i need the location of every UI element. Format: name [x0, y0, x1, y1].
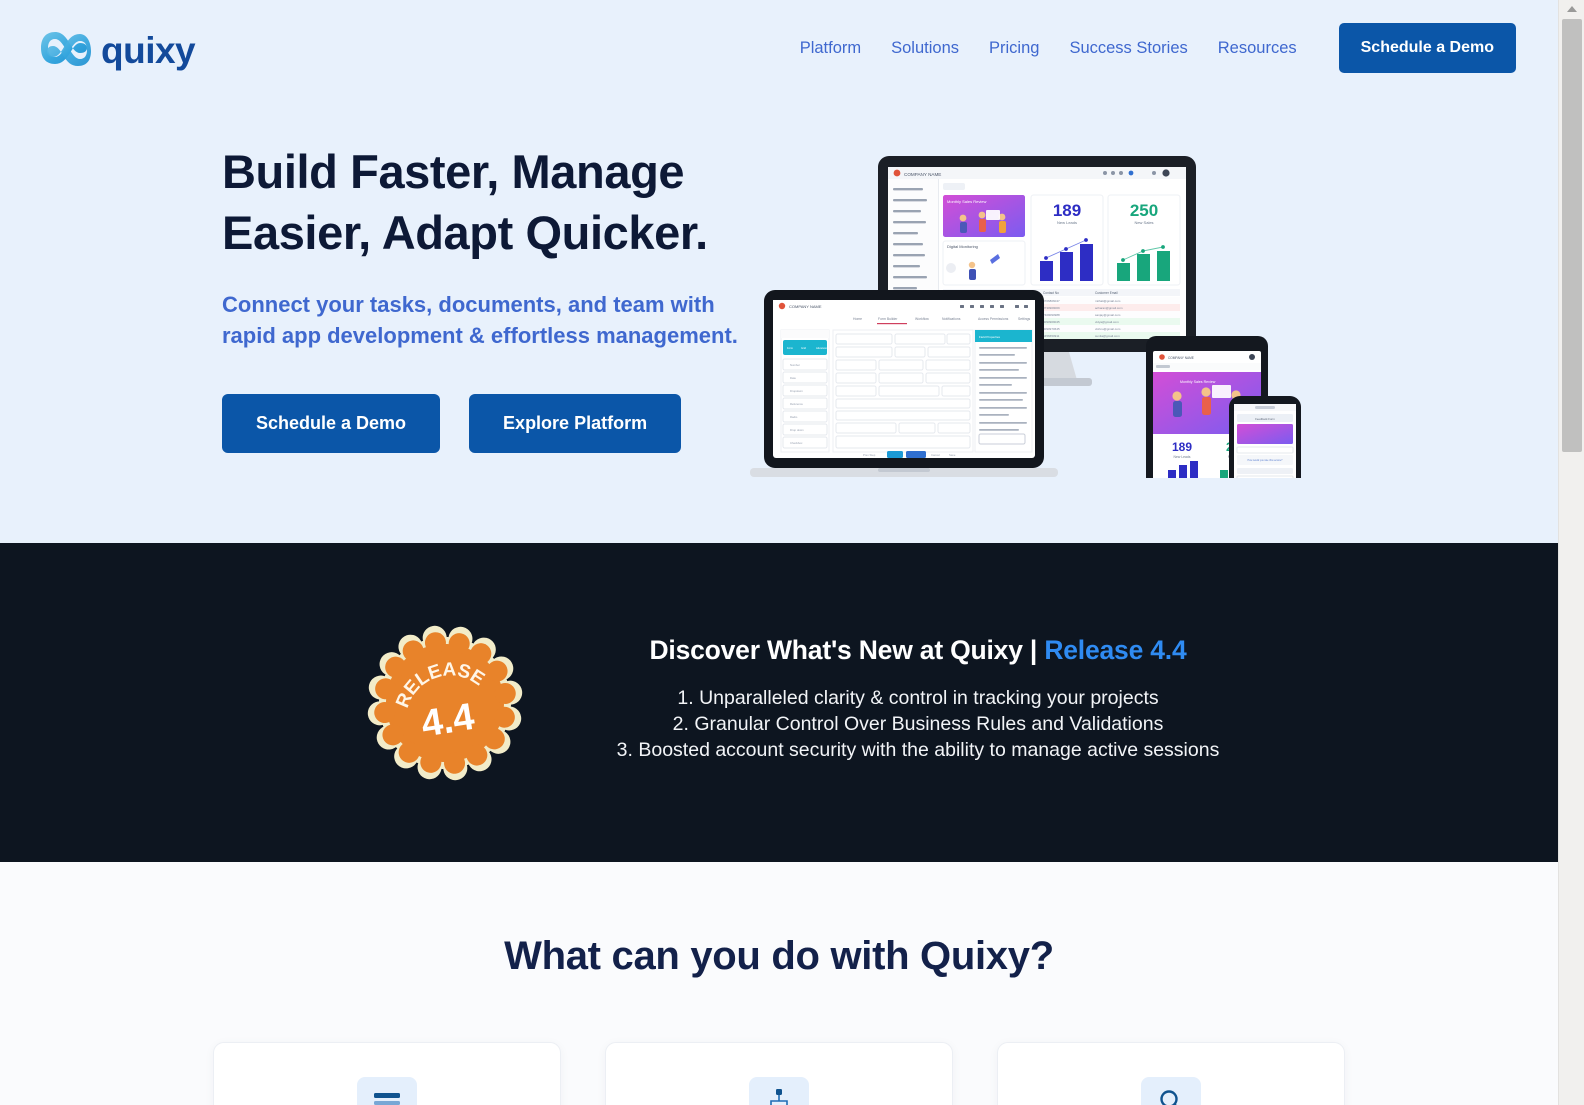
svg-text:Feedback Form: Feedback Form [1255, 417, 1275, 421]
svg-text:9456650911: 9456650911 [1043, 334, 1060, 338]
svg-text:9090970645: 9090970645 [1043, 327, 1060, 331]
header-schedule-demo-button[interactable]: Schedule a Demo [1338, 23, 1516, 73]
browser-viewport: quixy Platform Solutions Pricing Success… [0, 0, 1558, 1105]
svg-text:Monthly Sales Review: Monthly Sales Review [947, 199, 986, 204]
svg-text:Radio: Radio [790, 415, 798, 419]
nav-item-platform[interactable]: Platform [800, 39, 861, 58]
workflow-icon [749, 1077, 809, 1105]
svg-text:Digital Monitoring: Digital Monitoring [947, 244, 978, 249]
hero-title-line-1: Build Faster, Manage [222, 145, 685, 198]
feature-card[interactable] [605, 1042, 953, 1105]
svg-text:Dropdown: Dropdown [790, 389, 803, 393]
release-announcement-section: RELEASE 4.4 Discover What's New at Quixy… [0, 543, 1558, 862]
hero-subtitle: Connect your tasks, documents, and team … [222, 292, 738, 349]
hero-actions: Schedule a Demo Explore Platform [222, 393, 760, 453]
svg-text:Grid: Grid [801, 346, 806, 350]
svg-text:8730909009: 8730909009 [1043, 306, 1060, 310]
svg-text:Number: Number [790, 363, 800, 367]
svg-text:Access Permissions: Access Permissions [978, 317, 1009, 321]
nav-item-resources[interactable]: Resources [1218, 39, 1297, 58]
svg-text:acharan@gmail.com: acharan@gmail.com [1095, 306, 1123, 310]
hero-title-line-2: Easier, Adapt Quicker. [222, 206, 708, 260]
release-highlights-list: Unparalleled clarity & control in tracki… [617, 686, 1220, 764]
hero-title: Build Faster, Manage Easier, Adapt Quick… [222, 141, 760, 263]
svg-text:189: 189 [1172, 440, 1192, 454]
page-scrollbar[interactable] [1558, 0, 1584, 1105]
search-icon [1141, 1077, 1201, 1105]
logo-text: quixy [101, 29, 196, 71]
scroll-up-button[interactable] [1559, 0, 1584, 17]
device-mockup-illustration: COMPANY NAME Monthly Sales Review Digita… [750, 156, 1301, 478]
form-builder-icon [357, 1077, 417, 1105]
svg-text:Form Builder: Form Builder [878, 317, 898, 321]
release-badge: RELEASE 4.4 [346, 604, 543, 801]
release-badge-version-text: 4.4 [418, 695, 477, 745]
hero-explore-platform-button[interactable]: Explore Platform [469, 393, 682, 453]
hero-body: Build Faster, Manage Easier, Adapt Quick… [0, 96, 1558, 543]
svg-text:Cancel: Cancel [931, 453, 940, 457]
scroll-up-arrow-icon [1567, 5, 1577, 12]
site-header: quixy Platform Solutions Pricing Success… [0, 0, 1558, 96]
release-highlight-item: Granular Control Over Business Rules and… [694, 713, 1164, 736]
svg-text:250: 250 [1130, 201, 1158, 220]
svg-text:COMPANY NAME: COMPANY NAME [789, 304, 822, 309]
release-content: Discover What's New at Quixy | Release 4… [617, 635, 1220, 764]
hero-schedule-demo-button[interactable]: Schedule a Demo [222, 393, 441, 453]
svg-text:mithali@gmail.com: mithali@gmail.com [1095, 299, 1121, 303]
hero-section: quixy Platform Solutions Pricing Success… [0, 0, 1558, 543]
svg-text:189: 189 [1053, 201, 1081, 220]
release-heading: Discover What's New at Quixy | Release 4… [617, 635, 1220, 666]
svg-text:New Leads: New Leads [1057, 220, 1077, 225]
features-section: What can you do with Quixy? [0, 862, 1558, 1105]
feature-cards [0, 1042, 1558, 1105]
svg-text:Save: Save [949, 453, 956, 457]
feature-card[interactable] [997, 1042, 1345, 1105]
svg-text:How would you rate this servic: How would you rate this service? [1248, 459, 1284, 462]
svg-text:9706806047: 9706806047 [1043, 299, 1060, 303]
svg-text:COMPANY NAME: COMPANY NAME [904, 172, 941, 177]
nav-item-solutions[interactable]: Solutions [891, 39, 959, 58]
svg-text:vidya@gmail.com: vidya@gmail.com [1095, 320, 1119, 324]
svg-text:9090909045: 9090909045 [1043, 320, 1060, 324]
svg-text:Contact No: Contact No [1043, 291, 1059, 295]
svg-text:Advanced: Advanced [816, 346, 828, 350]
svg-text:7409090988: 7409090988 [1043, 313, 1060, 317]
svg-text:sunita@gmail.com: sunita@gmail.com [1095, 334, 1120, 338]
features-title: What can you do with Quixy? [504, 934, 1054, 978]
svg-text:Customer Email: Customer Email [1095, 291, 1118, 295]
svg-text:COMPANY NAME: COMPANY NAME [1168, 356, 1194, 360]
svg-text:Workflow: Workflow [915, 317, 929, 321]
svg-text:sanjay@gmail.com: sanjay@gmail.com [1095, 313, 1121, 317]
release-highlight-item: Unparalleled clarity & control in tracki… [699, 687, 1159, 710]
hero-visual: COMPANY NAME Monthly Sales Review Digita… [750, 96, 1558, 543]
hero-copy: Build Faster, Manage Easier, Adapt Quick… [0, 96, 760, 543]
nav-item-pricing[interactable]: Pricing [989, 39, 1039, 58]
svg-text:Notifications: Notifications [942, 317, 961, 321]
feature-card[interactable] [213, 1042, 561, 1105]
svg-text:Settings: Settings [1018, 317, 1031, 321]
scrollbar-thumb[interactable] [1562, 19, 1582, 452]
svg-text:Reference: Reference [790, 402, 803, 406]
svg-text:Prev Step: Prev Step [863, 453, 876, 457]
nav-item-success-stories[interactable]: Success Stories [1069, 39, 1187, 58]
svg-text:New Sales: New Sales [1134, 220, 1153, 225]
svg-text:Date: Date [790, 376, 796, 380]
svg-text:Form: Form [787, 346, 793, 350]
svg-text:New Leads: New Leads [1174, 455, 1191, 459]
release-heading-main: Discover What's New at Quixy | [649, 635, 1045, 666]
page-root: quixy Platform Solutions Pricing Success… [0, 0, 1584, 1105]
release-starburst-badge-icon: RELEASE 4.4 [367, 625, 522, 780]
release-heading-accent: Release 4.4 [1044, 635, 1187, 666]
logo[interactable]: quixy [40, 28, 196, 71]
svg-text:Checkbox: Checkbox [790, 441, 803, 445]
svg-text:Monthly Sales Review: Monthly Sales Review [1180, 380, 1216, 384]
svg-text:Home: Home [853, 317, 862, 321]
release-highlight-item: Boosted account security with the abilit… [638, 738, 1220, 761]
svg-text:Drop down: Drop down [790, 428, 804, 432]
svg-text:Field Properties: Field Properties [979, 335, 1001, 339]
quixy-infinity-logo-icon [41, 32, 91, 66]
main-navigation: Platform Solutions Pricing Success Stori… [800, 23, 1516, 73]
svg-text:vishnu@gmail.com: vishnu@gmail.com [1095, 327, 1121, 331]
